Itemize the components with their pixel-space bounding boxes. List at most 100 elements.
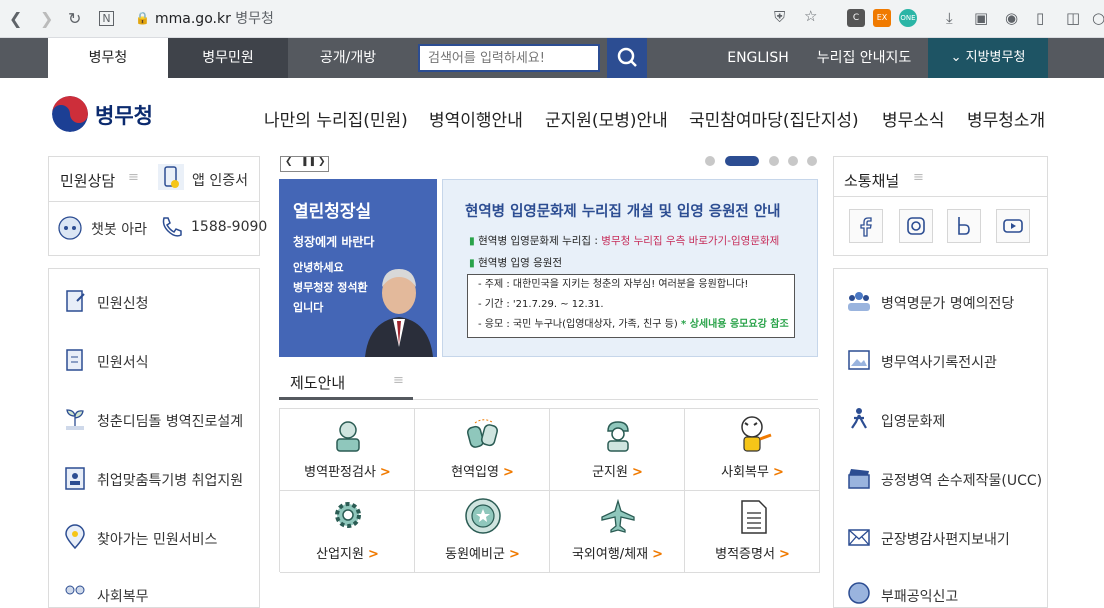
service-item-employment[interactable]: 취업맞춤특기병 취업지원 xyxy=(97,470,243,490)
examination-icon xyxy=(336,421,360,452)
chatbot-icon[interactable] xyxy=(56,213,84,241)
blog-icon[interactable] xyxy=(947,209,981,243)
airplane-icon xyxy=(601,499,635,533)
quick-link-thank-you-letter[interactable]: 군장병감사편지보내기 xyxy=(881,529,1010,549)
lock-icon[interactable]: 🔒 xyxy=(135,11,150,25)
taegeuk-logo-icon[interactable] xyxy=(52,96,88,132)
prev-icon[interactable]: ❮ xyxy=(285,157,293,167)
grid-cell-reserve[interactable]: 동원예비군 > xyxy=(415,491,550,573)
grid-cell-industry[interactable]: 산업지원 > xyxy=(280,491,415,573)
sprout-icon xyxy=(66,409,84,430)
download-icon[interactable]: ⤓ xyxy=(946,9,953,27)
call-icon[interactable] xyxy=(157,213,185,241)
service-item-application[interactable]: 민원신청 xyxy=(97,293,149,313)
tab-mma[interactable]: 병무청 xyxy=(48,38,168,78)
slide-dot-1[interactable] xyxy=(705,156,715,166)
grid-cell-social-service[interactable]: 사회복무 > xyxy=(685,409,820,491)
family-icon xyxy=(848,292,870,311)
pause-icon[interactable]: ❚❚ xyxy=(301,157,316,167)
tab-open-data[interactable]: 공개/개방 xyxy=(288,38,408,78)
event-detail-box: - 주제 : 대한민국을 지키는 청춘의 자부심! 여러분을 응원합니다! - … xyxy=(467,274,795,338)
commissioner-portrait xyxy=(365,269,433,357)
reload-icon[interactable]: ↻ xyxy=(68,9,81,28)
sitemap-link[interactable]: 누리집 안내지도 xyxy=(808,38,920,78)
menu-my-home[interactable]: 나만의 누리집(민원) xyxy=(264,106,408,131)
reader-icon[interactable]: ▯ xyxy=(1036,9,1044,27)
greeting-line: 입니다 xyxy=(293,301,324,314)
document-icon xyxy=(741,500,767,534)
grid-cell-examination[interactable]: 병역판정검사 > xyxy=(280,409,415,491)
extension-c-icon[interactable]: C xyxy=(847,9,865,27)
menu-icon[interactable]: ○ xyxy=(1092,9,1104,27)
dog-tag-icon xyxy=(466,419,498,448)
extension-ex-icon[interactable]: EX xyxy=(873,9,891,27)
shield-icon[interactable]: ⛨ xyxy=(774,8,785,26)
slide-dot-3[interactable] xyxy=(769,156,779,166)
english-link[interactable]: ENGLISH xyxy=(718,38,798,78)
slide-dot-5[interactable] xyxy=(807,156,817,166)
quick-link-ucc[interactable]: 공정병역 손수제작물(UCC) xyxy=(881,470,1042,490)
form-icon xyxy=(66,349,83,371)
quick-link-hall-of-fame[interactable]: 병역명문가 명예의전당 xyxy=(881,293,1014,313)
slide-dot-active[interactable] xyxy=(725,156,759,166)
grid-cell-enlistment[interactable]: 현역입영 > xyxy=(415,409,550,491)
sidebar-icon[interactable]: ◫ xyxy=(1066,9,1080,27)
forward-icon[interactable]: ❯ xyxy=(40,9,53,28)
youtube-icon[interactable] xyxy=(996,209,1030,243)
application-icon xyxy=(66,290,85,312)
service-item-visiting[interactable]: 찾아가는 민원서비스 xyxy=(97,529,217,549)
tab-divider xyxy=(413,399,818,400)
next-icon[interactable]: ❯ xyxy=(318,157,326,167)
event-note: * 상세내용 응모요강 참조 xyxy=(680,319,789,330)
letter-icon xyxy=(848,529,870,546)
local-office-button[interactable]: ⌄ 지방병무청 xyxy=(928,38,1048,78)
report-icon xyxy=(848,582,870,604)
event-banner[interactable]: 현역병 입영문화제 누리집 개설 및 입영 응원전 안내 ▮ 현역병 입영문화제… xyxy=(442,179,818,357)
id-card-icon xyxy=(65,467,85,490)
slider-controls: ❮ ❚❚ ❯ xyxy=(280,156,329,172)
grid-cell-volunteer[interactable]: 군지원 > xyxy=(550,409,685,491)
menu-volunteer[interactable]: 군지원(모병)안내 xyxy=(545,106,668,131)
event-title: 현역병 입영문화제 누리집 개설 및 입영 응원전 안내 xyxy=(465,204,781,220)
commissioner-banner[interactable]: 열린청장실 청장에게 바란다 안녕하세요 병무청장 정석환 입니다 xyxy=(279,179,437,357)
phone-number[interactable]: 1588-9090 xyxy=(191,219,267,235)
quick-link-history-hall[interactable]: 병무역사기록전시관 xyxy=(881,352,997,372)
quick-link-culture-festival[interactable]: 입영문화제 xyxy=(881,411,945,431)
search-button[interactable] xyxy=(607,38,647,78)
system-guide-tab[interactable]: 제도안내 xyxy=(290,372,345,393)
instagram-icon[interactable] xyxy=(899,209,933,243)
grid-cell-overseas[interactable]: 국외여행/체재 > xyxy=(550,491,685,573)
commissioner-subtitle: 청장에게 바란다 xyxy=(293,235,375,249)
service-item-forms[interactable]: 민원서식 xyxy=(97,352,149,372)
service-list-panel xyxy=(48,268,260,608)
clapperboard-icon xyxy=(848,469,870,489)
quick-link-report[interactable]: 부패공익신고 xyxy=(881,586,958,606)
reserve-emblem-icon xyxy=(465,498,501,534)
menu-participation[interactable]: 국민참여마당(집단지성) xyxy=(689,106,859,131)
service-item-social[interactable]: 사회복무 xyxy=(97,586,149,606)
notion-icon[interactable]: N xyxy=(99,11,114,26)
extension-one-icon[interactable]: ONE xyxy=(899,9,917,27)
phone-cert-icon[interactable] xyxy=(157,163,185,191)
grid-cell-certificate[interactable]: 병적증명서 > xyxy=(685,491,820,573)
video-icon[interactable]: ▣ xyxy=(974,9,988,27)
chatbot-link[interactable]: 챗봇 아라 xyxy=(91,219,147,239)
picture-icon xyxy=(848,350,870,370)
facebook-icon[interactable] xyxy=(849,209,883,243)
service-item-career[interactable]: 청춘디딤돌 병역진로설계 xyxy=(97,411,243,431)
menu-service-guide[interactable]: 병역이행안내 xyxy=(429,106,523,131)
menu-news[interactable]: 병무소식 xyxy=(882,106,945,131)
search-input[interactable] xyxy=(418,44,600,72)
site-logo-text[interactable]: 병무청 xyxy=(95,100,153,130)
slide-dot-4[interactable] xyxy=(788,156,798,166)
greeting-line: 병무청장 정석환 xyxy=(293,281,368,294)
menu-about[interactable]: 병무청소개 xyxy=(967,106,1045,131)
tab-civil-service[interactable]: 병무민원 xyxy=(168,38,288,78)
back-icon[interactable]: ❮ xyxy=(9,9,22,28)
list-icon: ≡ xyxy=(128,170,139,185)
address-bar[interactable]: mma.go.kr 병무청 xyxy=(155,8,274,28)
marching-icon xyxy=(851,408,867,429)
app-cert-link[interactable]: 앱 인증서 xyxy=(192,170,248,190)
bookmark-star-icon[interactable]: ☆ xyxy=(804,7,817,25)
camera-icon[interactable]: ◉ xyxy=(1005,9,1018,27)
